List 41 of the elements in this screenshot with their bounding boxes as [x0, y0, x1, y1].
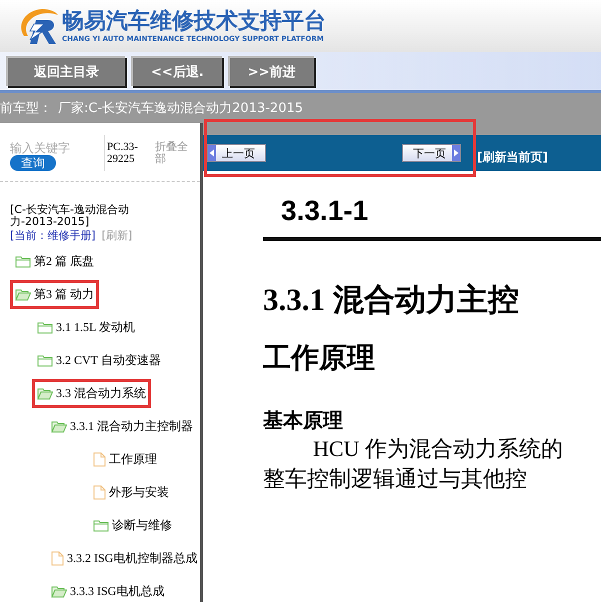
next-page-button[interactable]: 下一页 [402, 144, 461, 162]
nav-button[interactable]: <<后退. [131, 56, 222, 86]
search-button[interactable]: 查询 [10, 155, 56, 171]
vehicle-name: 厂家:C-长安汽车逸动混合动力2013-2015 [58, 100, 304, 117]
tree-item[interactable]: 第2 篇 底盘 [10, 247, 99, 276]
subheading: 基本原理 [263, 407, 343, 434]
tree-item[interactable]: 第3 篇 动力 [10, 280, 99, 309]
vehicle-label: 前车型： [0, 100, 52, 117]
folder-icon [15, 255, 31, 268]
nav-button[interactable]: 返回主目录 [6, 56, 125, 86]
tree-item[interactable]: 外形与安装 [88, 478, 174, 507]
page-number: 3.3.1-1 [280, 195, 368, 227]
document-icon [93, 485, 106, 500]
heading: 工作原理 [263, 340, 375, 376]
section-title: 3.3.1 混合动力主控 [263, 281, 519, 319]
document-icon [51, 551, 64, 566]
nav-button[interactable]: >>前进 [228, 56, 314, 86]
document-icon [93, 452, 106, 467]
site-title: 畅易汽车维修技术支持平台 [62, 9, 326, 35]
folder-icon [37, 354, 53, 367]
tree-item[interactable]: 3.3.1 混合动力主控制器 [46, 412, 198, 441]
tree-item[interactable]: 3.3.2 ISG电机控制器总成 [46, 544, 200, 573]
tree-item[interactable]: 3.3 混合动力系统 [32, 379, 151, 408]
code-text: PC.33-29225 [104, 135, 149, 171]
open-folder-icon [51, 420, 67, 433]
open-folder-icon [15, 288, 31, 301]
tree-item[interactable]: 3.1 1.5L 发动机 [32, 313, 140, 342]
book-title: [C-长安汽车-逸动混合动力-2013-2015] [10, 204, 130, 228]
open-folder-icon [51, 585, 67, 598]
body-text-line: HCU 作为混合动力系统的 [312, 435, 563, 463]
refresh-page-link[interactable]: [刷新当前页] [477, 140, 548, 166]
open-folder-icon [37, 387, 53, 400]
current-manual-link[interactable]: [当前：维修手册] [10, 228, 96, 243]
folder-icon [93, 519, 109, 532]
tree-item[interactable]: 3.2 CVT 自动变速器 [32, 346, 166, 375]
tree-item[interactable]: 3.3.3 ISG电机总成 [46, 577, 170, 602]
previous-page-button[interactable]: 上一页 [207, 144, 266, 162]
tree-item[interactable]: 工作原理 [88, 445, 162, 474]
body-text-line: 整车控制逻辑通过与其他控 [263, 465, 527, 493]
tree-item[interactable]: 诊断与维修 [88, 511, 177, 540]
folder-icon [37, 321, 53, 334]
